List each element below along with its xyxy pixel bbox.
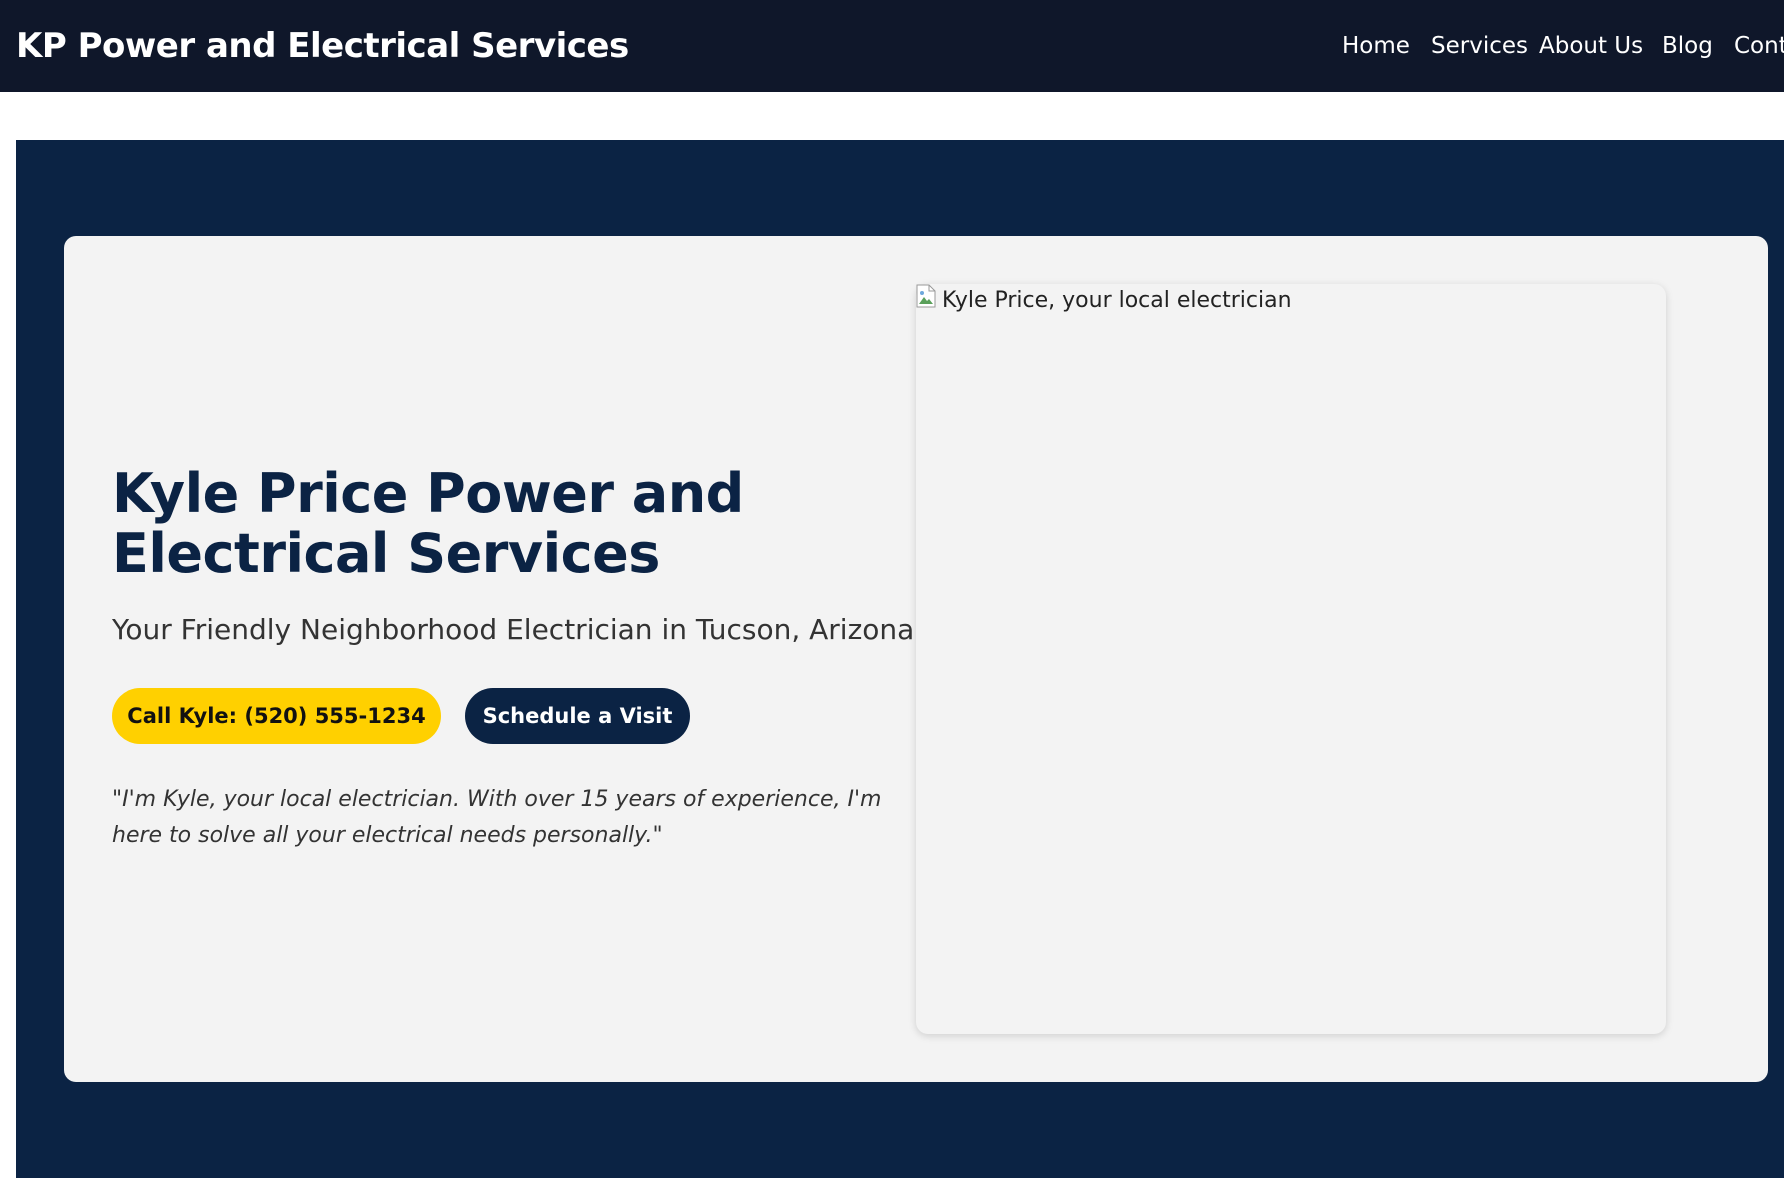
- nav-link-home[interactable]: Home: [1342, 30, 1410, 62]
- nav-link-about-us[interactable]: About Us: [1539, 30, 1643, 62]
- nav-link-contact[interactable]: Cont: [1734, 30, 1784, 62]
- broken-image-icon: [916, 284, 936, 308]
- hero-quote: "I'm Kyle, your local electrician. With …: [112, 787, 882, 848]
- nav-link-blog[interactable]: Blog: [1662, 30, 1713, 62]
- site-title[interactable]: KP Power and Electrical Services: [16, 24, 629, 68]
- hero-subtitle: Your Friendly Neighborhood Electrician i…: [112, 613, 915, 646]
- schedule-visit-button[interactable]: Schedule a Visit: [465, 688, 690, 744]
- photo-alt-text: Kyle Price, your local electrician: [942, 288, 1292, 313]
- main-nav: Home Services About Us Blog Cont: [1342, 0, 1784, 92]
- nav-link-services[interactable]: Services: [1431, 30, 1528, 62]
- kyle-photo: Kyle Price, your local electrician: [916, 284, 1666, 1034]
- hero-heading: Kyle Price Power and Electrical Services: [112, 462, 744, 585]
- site-header: KP Power and Electrical Services Home Se…: [0, 0, 1784, 92]
- call-kyle-button[interactable]: Call Kyle: (520) 555-1234: [112, 688, 441, 744]
